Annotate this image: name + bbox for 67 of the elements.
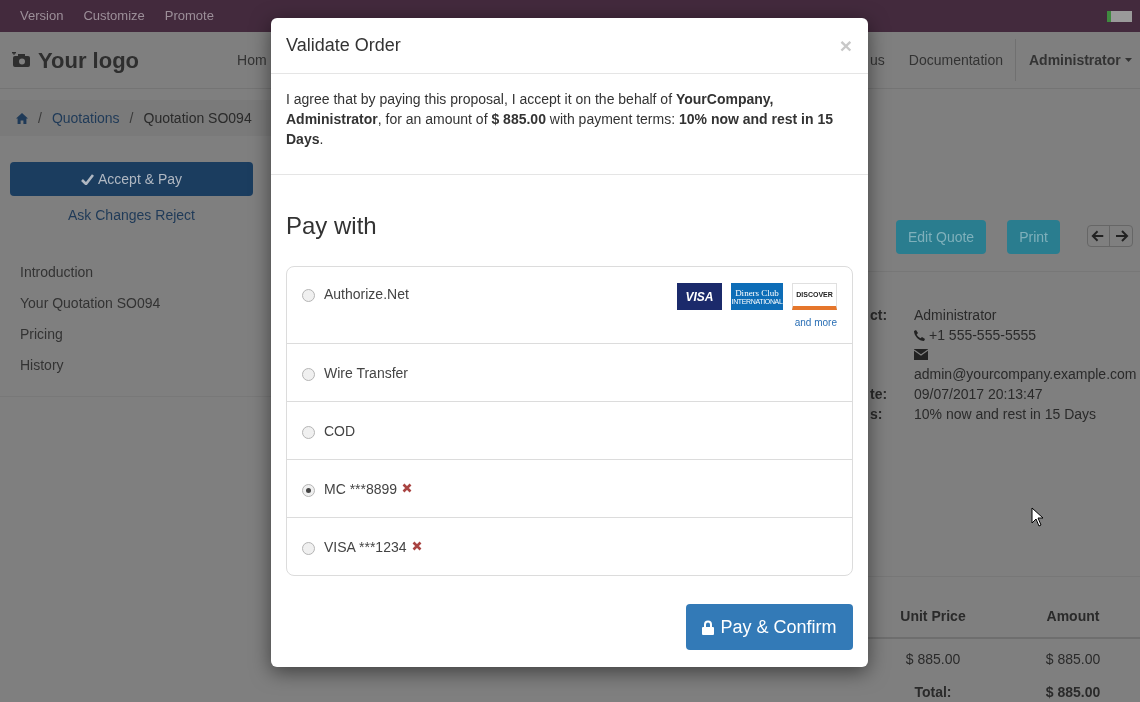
payment-method[interactable]: COD [287,401,852,459]
breadcrumb-separator: / [129,108,134,128]
toolbar-button[interactable]: Print [1007,220,1060,254]
close-button[interactable]: × [839,35,852,56]
accept-pay-button[interactable]: Accept & Pay [10,162,253,196]
toolbar-button[interactable]: Edit Quote [896,220,987,254]
column-header: Unit Price [899,607,967,626]
info-value: +1 555-555-5555 [929,326,1037,345]
method-label: VISA ***1234 [324,538,407,557]
sidebar-item[interactable]: Pricing [20,324,271,345]
total-label: Total: [913,683,953,702]
total-value: $ 885.00 [1044,683,1102,702]
camera-icon [12,52,31,68]
logo-text: Your logo [38,46,140,75]
breadcrumb-link[interactable]: Quotations [51,107,120,129]
delete-icon[interactable] [402,483,413,493]
method-label: COD [324,422,356,441]
method-label: Wire Transfer [324,364,408,383]
radio-button[interactable] [302,484,315,497]
nav-link[interactable]: Hom [237,49,267,71]
radio-button[interactable] [302,368,315,381]
payment-method[interactable]: MC ***8899 [287,459,852,517]
sidebar-item[interactable]: History [20,355,271,376]
sidebar-item[interactable]: Introduction [20,262,271,283]
agreement-text: I agree that by paying this proposal, I accept it on the behalf of YourCompany, Administrator, for an amount of $ 885.00 with payment terms: 10% now and rest in 15 Days. [286,91,834,147]
caret-icon [1124,58,1132,62]
breadcrumb-current: Quotation SO094 [143,108,252,128]
home-icon[interactable] [16,112,28,124]
phone-icon [914,329,925,341]
mouse-cursor-icon [1031,507,1044,527]
envelope-icon [914,349,928,360]
info-value: admin@yourcompany.example.com [914,365,1137,384]
method-label: MC ***8899 [324,480,398,499]
info-label: te: [869,385,889,404]
top-bar-link[interactable]: Customize [83,6,145,26]
card-logo: VISA [677,283,722,310]
payment-method[interactable]: VISA ***1234 [287,517,852,575]
top-bar-link[interactable]: Version [20,6,64,26]
more-link[interactable]: and more [794,315,837,330]
lock-icon [702,619,715,635]
section-heading: Pay with [286,211,378,241]
table-cell-text: $ 885.00 [1044,650,1102,669]
action-link[interactable]: Ask Changes [68,205,152,226]
payment-method[interactable]: Wire Transfer [287,343,852,401]
method-label: Authorize.Net [324,285,409,304]
breadcrumb-separator: / [38,108,42,128]
info-value: 09/07/2017 20:13:47 [914,385,1043,404]
pay-confirm-button[interactable]: Pay & Confirm [686,604,853,650]
table-cell-text: $ 885.00 [904,650,962,669]
radio-button[interactable] [302,289,315,302]
nav-link[interactable]: Documentation [908,49,1003,71]
delete-icon[interactable] [411,541,422,551]
info-value: Administrator [914,306,997,325]
info-label: s: [869,405,884,424]
nav-link[interactable]: us [870,49,885,71]
info-label: ct: [869,306,889,325]
check-icon [80,173,94,185]
top-bar-link[interactable]: Promote [164,6,214,26]
sidebar-item[interactable]: Your Quotation SO094 [20,293,271,314]
column-header: Amount [1045,607,1101,626]
info-value: 10% now and rest in 15 Days [914,405,1097,424]
radio-button[interactable] [302,542,315,555]
user-menu[interactable]: Administrator [1028,49,1132,71]
action-link[interactable]: Reject [155,205,195,226]
radio-button[interactable] [302,426,315,439]
modal-title: Validate Order [286,34,401,57]
toggle-icon[interactable] [1107,10,1132,22]
